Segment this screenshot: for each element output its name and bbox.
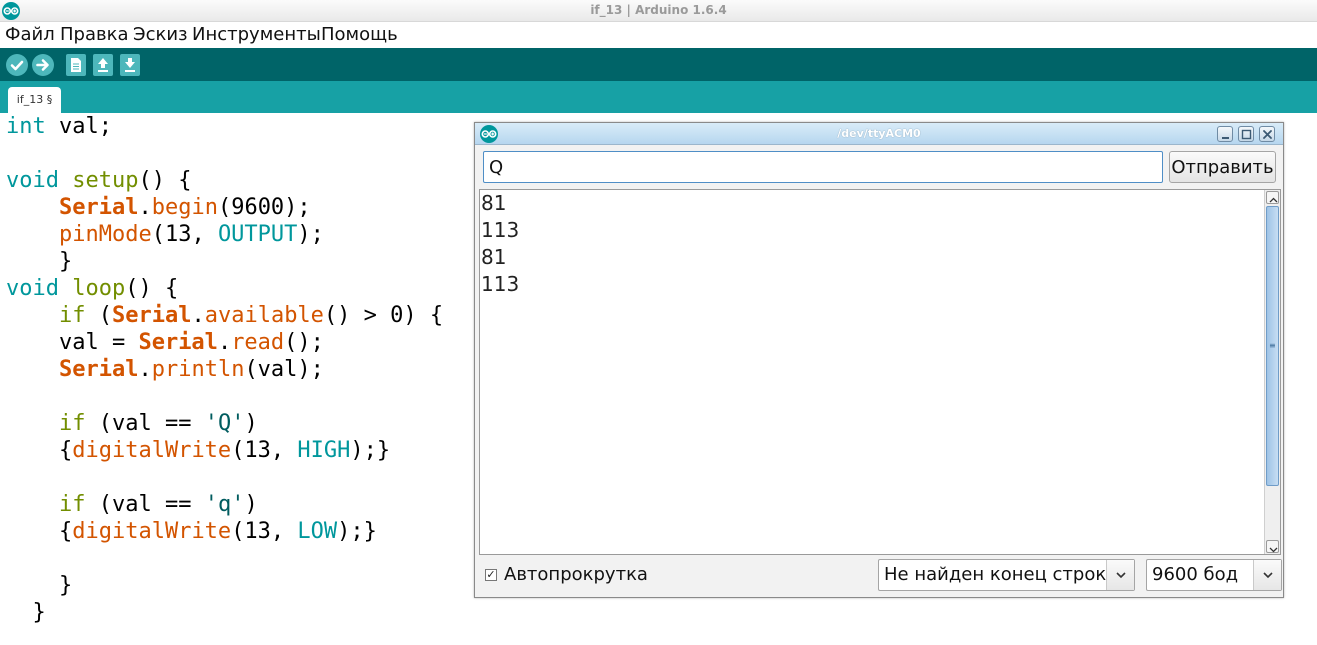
maximize-icon xyxy=(1241,129,1252,140)
serial-output[interactable]: 81 113 81 113 ≡ xyxy=(479,189,1281,555)
scrollbar-thumb[interactable]: ≡ xyxy=(1266,206,1279,486)
code-line: if (val == 'q') xyxy=(58,492,258,517)
verify-button[interactable] xyxy=(6,54,28,76)
code-line: {digitalWrite(13, LOW);} xyxy=(6,519,377,544)
autoscroll-label: Автопрокрутка xyxy=(504,564,648,585)
send-button[interactable]: Отправить xyxy=(1169,151,1276,183)
minimize-icon xyxy=(1222,137,1229,139)
code-line: int val; xyxy=(6,114,112,139)
open-icon xyxy=(98,58,108,72)
close-button[interactable] xyxy=(1259,126,1275,142)
chevron-down-icon xyxy=(1263,572,1273,579)
menu-tools[interactable]: Инструменты xyxy=(192,24,321,45)
baud-rate-value: 9600 бод xyxy=(1152,564,1239,585)
save-icon xyxy=(125,58,135,72)
code-line: pinMode(13, OUTPUT); xyxy=(58,222,324,247)
close-icon xyxy=(1263,130,1272,139)
tab-strip: if_13 § xyxy=(0,81,1317,113)
output-line: 113 xyxy=(481,218,520,242)
code-line: void loop() { xyxy=(6,276,179,301)
code-line: void setup() { xyxy=(6,168,192,193)
serial-monitor-window: /dev/ttyACM0 Отправить 81 113 81 113 xyxy=(474,122,1284,598)
window-titlebar: if_13 | Arduino 1.6.4 xyxy=(0,0,1317,22)
line-ending-select[interactable]: Не найден конец строки xyxy=(878,559,1135,591)
menu-help[interactable]: Помощь xyxy=(321,24,398,45)
serial-input[interactable] xyxy=(483,151,1163,183)
baud-rate-select[interactable]: 9600 бод xyxy=(1146,559,1282,591)
code-line: } xyxy=(6,600,46,625)
maximize-button[interactable] xyxy=(1238,126,1254,142)
minimize-button[interactable] xyxy=(1217,126,1233,142)
chevron-down-icon xyxy=(1269,547,1278,553)
autoscroll-checkbox[interactable]: ✓ xyxy=(485,569,497,581)
scroll-up-button[interactable] xyxy=(1266,191,1279,204)
output-line: 81 xyxy=(481,245,507,269)
menu-bar: Файл Правка Эскиз Инструменты Помощь xyxy=(0,22,1317,48)
baud-rate-dropdown-button[interactable] xyxy=(1253,560,1281,590)
chevron-down-icon xyxy=(1116,572,1126,579)
serial-monitor-titlebar[interactable]: /dev/ttyACM0 xyxy=(475,123,1283,145)
upload-icon xyxy=(36,59,49,71)
upload-button[interactable] xyxy=(32,54,54,76)
line-ending-dropdown-button[interactable] xyxy=(1106,560,1134,590)
window-title: if_13 | Arduino 1.6.4 xyxy=(590,3,727,17)
line-ending-value: Не найден конец строки xyxy=(884,564,1118,585)
scroll-grip-icon: ≡ xyxy=(1269,341,1276,350)
code-line: {digitalWrite(13, HIGH);} xyxy=(6,438,391,463)
menu-file[interactable]: Файл xyxy=(5,24,55,45)
code-line: Serial.begin(9600); xyxy=(58,195,311,220)
toolbar xyxy=(0,48,1317,81)
new-button[interactable] xyxy=(66,54,86,76)
serial-monitor-title: /dev/ttyACM0 xyxy=(837,127,921,140)
code-line: } xyxy=(6,573,73,598)
menu-sketch[interactable]: Эскиз xyxy=(133,24,188,45)
code-line: if (val == 'Q') xyxy=(58,411,258,436)
code-line: val = Serial.read(); xyxy=(6,330,324,355)
code-line: } xyxy=(6,249,73,274)
code-line: if (Serial.available() > 0) { xyxy=(58,303,444,328)
save-button[interactable] xyxy=(120,54,140,76)
verify-icon xyxy=(10,60,24,71)
tab-if-13[interactable]: if_13 § xyxy=(8,87,61,113)
scroll-down-button[interactable] xyxy=(1266,540,1279,553)
output-scrollbar[interactable]: ≡ xyxy=(1264,190,1280,554)
code-line: Serial.println(val); xyxy=(58,357,324,382)
output-line: 81 xyxy=(481,191,507,215)
new-icon xyxy=(71,58,81,72)
menu-edit[interactable]: Правка xyxy=(60,24,129,45)
open-button[interactable] xyxy=(93,54,113,76)
output-line: 113 xyxy=(481,272,520,296)
